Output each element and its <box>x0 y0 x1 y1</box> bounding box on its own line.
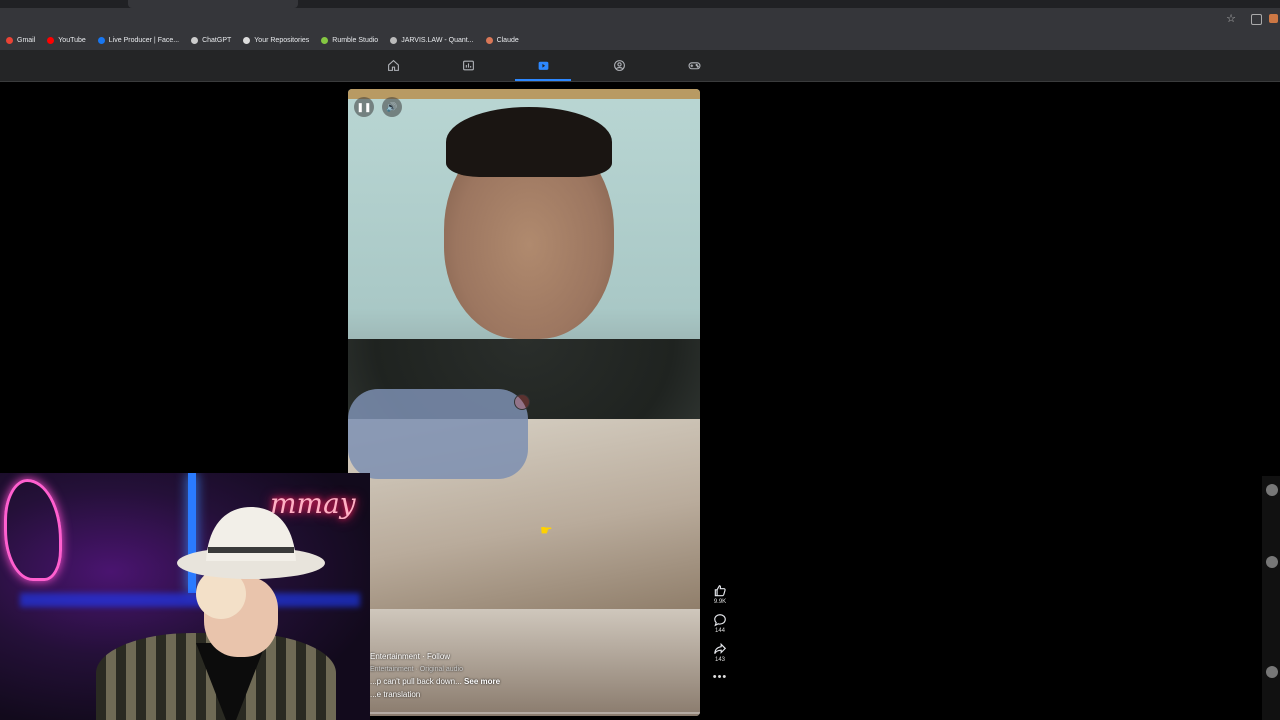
browser-toolbar: ☆ <box>0 8 1280 30</box>
marketplace-icon <box>462 60 474 71</box>
bookmark-chatgpt[interactable]: ChatGPT <box>191 36 232 44</box>
bookmark-claude[interactable]: Claude <box>485 36 519 44</box>
pause-icon: ❚❚ <box>356 101 372 112</box>
webcam-overlay: mmay <box>0 473 370 720</box>
bookmark-youtube[interactable]: YouTube <box>47 36 86 44</box>
bookmark-your-repositories[interactable]: Your Repositories <box>243 36 310 44</box>
share-count: 143 <box>714 657 725 663</box>
home-icon <box>387 59 399 71</box>
nav-video[interactable] <box>513 50 573 81</box>
pause-button[interactable]: ❚❚ <box>354 97 374 117</box>
comment-count: 144 <box>714 628 725 634</box>
bookmark-favicon-icon <box>97 36 105 44</box>
avatar[interactable] <box>1266 556 1278 568</box>
neon-light-left <box>4 479 62 581</box>
bookmark-favicon-icon <box>390 36 398 44</box>
reel-author[interactable]: Entertainment <box>370 652 420 661</box>
bookmark-favicon-icon <box>321 36 329 44</box>
reel-info: Entertainment · Follow Entertainment · O… <box>370 651 670 701</box>
bookmark-gmail[interactable]: Gmail <box>6 36 36 44</box>
share-button[interactable]: 143 <box>713 642 727 663</box>
bookmark-live-producer-face[interactable]: Live Producer | Face... <box>97 36 180 44</box>
like-button[interactable]: 9.9K <box>713 584 727 605</box>
like-count: 9.9K <box>713 599 727 605</box>
hand-cursor-icon: ☛ <box>540 522 553 538</box>
bookmark-label: Claude <box>496 36 519 44</box>
nav-home[interactable] <box>363 50 423 81</box>
profile-extension-icon[interactable] <box>1269 14 1278 23</box>
groups-icon <box>613 60 625 71</box>
nav-marketplace[interactable] <box>438 50 498 81</box>
comment-icon <box>714 614 726 627</box>
bookmark-label: Rumble Studio <box>332 36 379 44</box>
volume-button[interactable]: 🔊 <box>382 97 402 117</box>
facebook-top-nav <box>0 50 1280 82</box>
active-browser-tab[interactable] <box>128 0 298 8</box>
video-arm-region <box>348 389 528 479</box>
extension-icon[interactable] <box>1251 14 1262 25</box>
bookmark-label: Live Producer | Face... <box>108 36 180 44</box>
see-more-link[interactable]: See more <box>464 677 500 686</box>
bookmark-favicon-icon <box>485 36 493 44</box>
video-icon <box>538 61 548 70</box>
more-options-button[interactable]: ••• <box>713 671 728 683</box>
neon-blue-bar <box>20 593 360 607</box>
bookmark-star-icon[interactable]: ☆ <box>1226 12 1236 25</box>
bookmark-label: Your Repositories <box>254 36 310 44</box>
reel-video-player[interactable]: ❚❚ 🔊 ☛ Entertainment · Follow Entertainm… <box>348 89 700 716</box>
right-edge-panel <box>1262 476 1280 720</box>
bookmark-jarvis-law-quant[interactable]: JARVIS.LAW - Quant... <box>390 36 474 44</box>
browser-tab-strip <box>0 0 1280 8</box>
bookmark-favicon-icon <box>6 36 13 44</box>
reel-audio[interactable]: Entertainment · Original audio <box>370 664 670 677</box>
video-progress-bar[interactable] <box>370 712 700 714</box>
video-hair-region <box>446 107 612 177</box>
gaming-icon <box>688 62 700 70</box>
avatar[interactable] <box>1266 484 1278 496</box>
comment-button[interactable]: 144 <box>713 613 727 634</box>
bookmark-favicon-icon <box>243 36 251 44</box>
bookmark-favicon-icon <box>47 36 55 44</box>
reel-caption: ...p can't pull back down... <box>370 677 462 686</box>
share-icon <box>714 642 727 654</box>
nav-gaming[interactable] <box>664 50 724 81</box>
nav-groups[interactable] <box>589 50 649 81</box>
bookmark-favicon-icon <box>191 36 199 44</box>
volume-icon: 🔊 <box>386 101 398 112</box>
avatar[interactable] <box>1266 666 1278 678</box>
bookmark-label: JARVIS.LAW - Quant... <box>401 36 474 44</box>
reel-actions: 9.9K 144 143 ••• <box>708 584 732 683</box>
bookmark-label: YouTube <box>58 36 86 44</box>
bookmarks-bar: Gmail YouTube Live Producer | Face... ChatG… <box>0 30 1280 50</box>
click-indicator <box>514 394 530 410</box>
video-frame-edge <box>348 89 700 99</box>
cowboy-hat-icon <box>177 507 325 579</box>
bookmark-rumble-studio[interactable]: Rumble Studio <box>321 36 379 44</box>
bookmark-label: Gmail <box>17 36 36 44</box>
like-icon <box>714 585 726 597</box>
follow-link[interactable]: Follow <box>427 652 450 661</box>
translation-link[interactable]: ...e translation <box>370 689 670 702</box>
bookmark-label: ChatGPT <box>202 36 232 44</box>
